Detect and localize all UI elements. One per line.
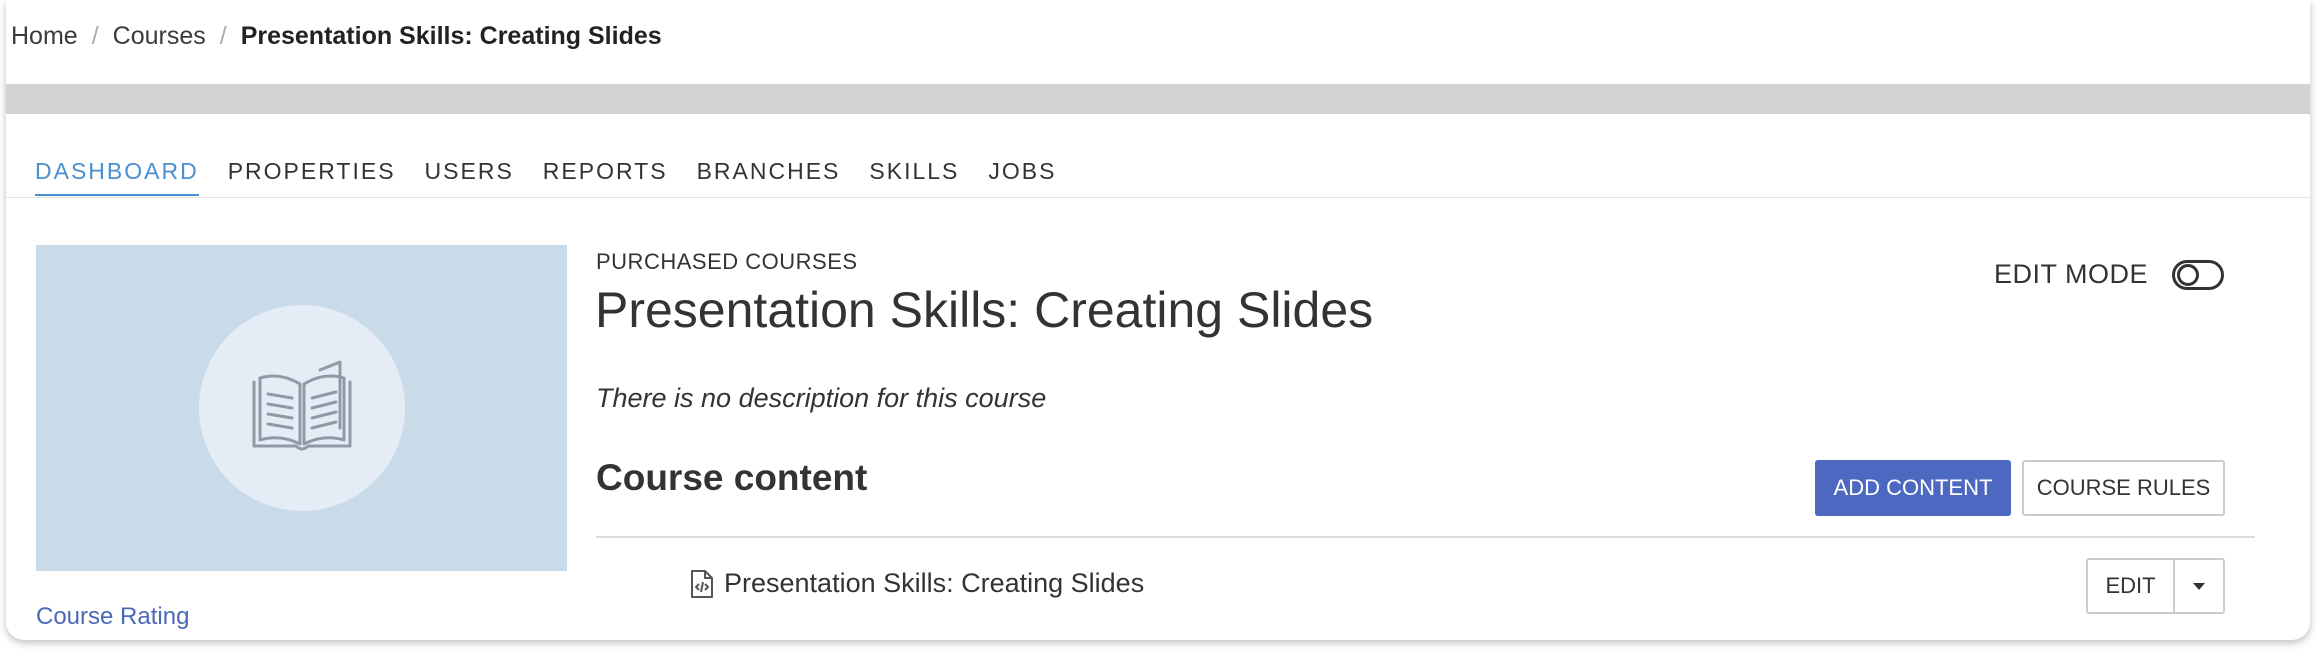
content-divider xyxy=(596,536,2255,538)
unit-title[interactable]: Presentation Skills: Creating Slides xyxy=(724,568,1144,599)
dropdown-toggle[interactable] xyxy=(2175,560,2223,612)
tab-bar: DASHBOARD PROPERTIES USERS REPORTS BRANC… xyxy=(35,158,1085,198)
unit-edit-split-button: EDIT xyxy=(2086,558,2225,614)
header-divider-band xyxy=(6,84,2310,114)
course-rules-button[interactable]: COURSE RULES xyxy=(2022,460,2225,516)
course-rating-link[interactable]: Course Rating xyxy=(36,603,189,631)
tab-skills[interactable]: SKILLS xyxy=(869,158,959,196)
caret-down-icon xyxy=(2193,582,2205,590)
course-description: There is no description for this course xyxy=(596,383,1047,413)
page-title: Presentation Skills: Creating Slides xyxy=(595,282,1374,338)
breadcrumb-current: Presentation Skills: Creating Slides xyxy=(240,21,662,50)
breadcrumb-separator: / xyxy=(219,21,227,50)
course-content-heading: Course content xyxy=(596,457,868,498)
tab-branches[interactable]: BRANCHES xyxy=(697,158,841,196)
breadcrumb-separator: / xyxy=(91,21,99,50)
edit-mode-label: EDIT MODE xyxy=(1994,259,2149,289)
tab-reports[interactable]: REPORTS xyxy=(543,158,668,196)
edit-button[interactable]: EDIT xyxy=(2088,560,2175,612)
tab-properties[interactable]: PROPERTIES xyxy=(228,158,396,196)
breadcrumb-courses-link[interactable]: Courses xyxy=(113,22,206,51)
tab-jobs[interactable]: JOBS xyxy=(988,158,1056,196)
course-image[interactable] xyxy=(36,245,567,571)
tab-users[interactable]: USERS xyxy=(425,158,514,196)
tabs-divider xyxy=(6,197,2310,198)
list-item: Presentation Skills: Creating Slides xyxy=(690,568,1144,599)
code-file-icon xyxy=(691,569,713,598)
breadcrumb-home-link[interactable]: Home xyxy=(11,22,78,51)
breadcrumb: Home / Courses / Presentation Skills: Cr… xyxy=(11,20,662,52)
tab-dashboard[interactable]: DASHBOARD xyxy=(35,158,199,196)
add-content-button[interactable]: ADD CONTENT xyxy=(1815,460,2011,516)
course-image-circle xyxy=(199,305,405,511)
edit-mode-control: EDIT MODE xyxy=(1994,259,2225,290)
toggle-knob xyxy=(2177,263,2200,286)
page-window: Home / Courses / Presentation Skills: Cr… xyxy=(6,0,2310,640)
open-book-icon xyxy=(252,360,352,451)
edit-mode-toggle[interactable] xyxy=(2172,259,2225,290)
course-category: PURCHASED COURSES xyxy=(596,249,858,274)
